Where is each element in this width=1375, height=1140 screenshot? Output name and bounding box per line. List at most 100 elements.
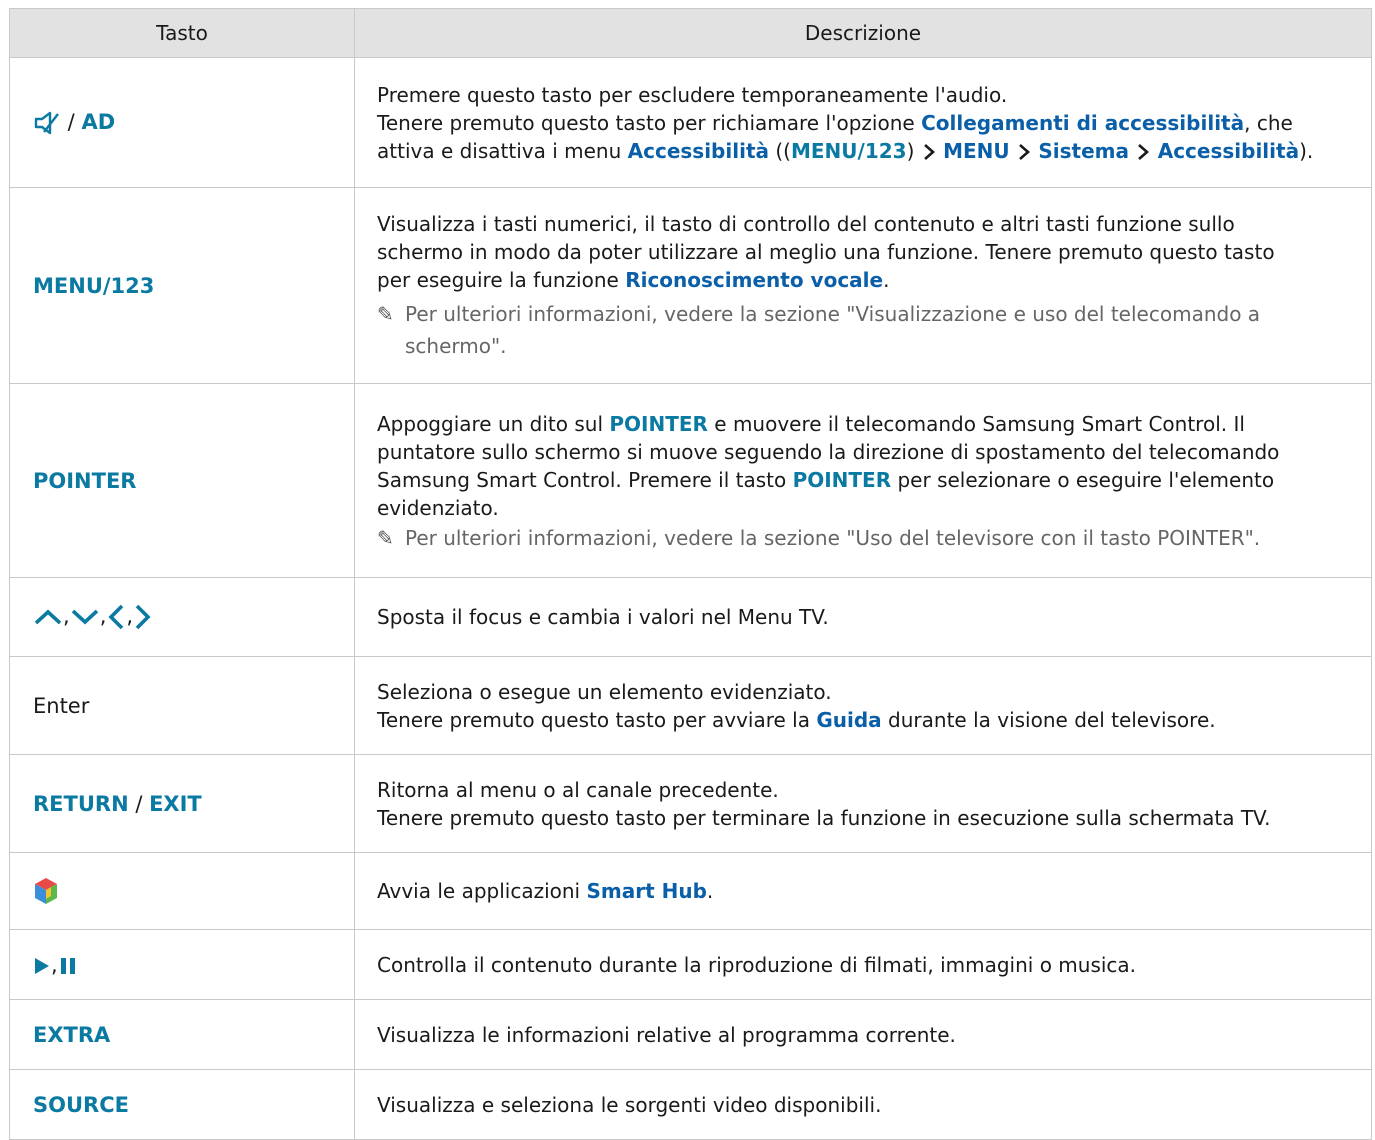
key-extra: EXTRA [33, 1022, 111, 1047]
desc-text: Tenere premuto questo tasto per richiama… [377, 110, 922, 135]
desc-cell: Controlla il contenuto durante la riprod… [354, 929, 1372, 1000]
desc-cell: Seleziona o esegue un elemento evidenzia… [354, 656, 1372, 755]
key-ad: AD [81, 109, 116, 134]
desc-cell: Avvia le applicazioni Smart Hub. [354, 852, 1372, 930]
desc-text: ). [1299, 138, 1314, 163]
desc-line: Tenere premuto questo tasto per richiama… [377, 109, 1349, 137]
key-cell [9, 852, 355, 930]
note-text: Per ulteriori informazioni, vedere la se… [405, 525, 1261, 550]
key-return: RETURN [33, 791, 129, 816]
desc-line: per eseguire la funzione Riconoscimento … [377, 266, 1349, 294]
pencil-icon: ✎ [377, 525, 394, 550]
note-text: Per ulteriori informazioni, vedere la se… [405, 301, 1261, 358]
note: ✎ Per ulteriori informazioni, vedere la … [377, 524, 1349, 552]
desc-line: Ritorna al menu o al canale precedente. [377, 777, 779, 802]
key-pointer-inline: POINTER [792, 467, 892, 492]
desc-text: Samsung Smart Control. Premere il tasto [377, 467, 793, 492]
menu-path-accessibility[interactable]: Accessibilità [1158, 139, 1299, 163]
arrow-left-icon [108, 604, 124, 630]
desc-line: Tenere premuto questo tasto per terminar… [377, 805, 1271, 830]
desc-text: Appoggiare un dito sul [377, 411, 610, 436]
desc-cell: Sposta il focus e cambia i valori nel Me… [354, 577, 1372, 657]
table-row: , Controlla il contenuto durante la ripr… [9, 929, 1372, 1000]
desc-cell: Premere questo tasto per escludere tempo… [354, 57, 1372, 188]
table-row: SOURCE Visualizza e seleziona le sorgent… [9, 1069, 1372, 1140]
desc-text: ) [906, 138, 921, 163]
mute-icon [34, 111, 59, 134]
menu-path-menu[interactable]: MENU [943, 139, 1010, 163]
key-pointer: POINTER [33, 468, 137, 493]
desc-text: per selezionare o eseguire l'elemento [891, 467, 1275, 492]
desc-line: evidenziato. [377, 495, 499, 520]
key-menu123: MENU/123 [790, 138, 907, 163]
desc-text: e muovere il telecomando Samsung Smart C… [707, 411, 1245, 436]
link-voice-recognition[interactable]: Riconoscimento vocale [625, 268, 883, 292]
key-cell: ,,, [9, 577, 355, 657]
desc-text: Avvia le applicazioni [377, 879, 587, 903]
key-menu123: MENU/123 [33, 273, 155, 298]
desc-cell: Ritorna al menu o al canale precedente. … [354, 754, 1372, 853]
desc-cell: Visualizza le informazioni relative al p… [354, 999, 1372, 1070]
desc-text: Tenere premuto questo tasto per avviare … [377, 707, 817, 732]
key-comma: , [63, 604, 70, 628]
desc-text: . [706, 879, 714, 903]
key-cell: EXTRA [9, 999, 355, 1070]
table-row: EXTRA Visualizza le informazioni relativ… [9, 999, 1372, 1070]
header-key: Tasto [9, 8, 355, 58]
key-cell: , [9, 929, 355, 1000]
pause-icon [60, 957, 75, 974]
desc-text: . [883, 267, 890, 292]
desc-text: , che [1244, 110, 1293, 135]
chevron-right-icon [1019, 144, 1030, 160]
header-description: Descrizione [354, 8, 1372, 58]
key-separator: / [61, 109, 82, 134]
desc-line: Seleziona o esegue un elemento evidenzia… [377, 679, 832, 704]
desc-text: durante la visione del televisore. [881, 707, 1216, 732]
chevron-right-icon [923, 144, 935, 160]
smart-hub-icon [35, 878, 57, 904]
key-cell: SOURCE [9, 1069, 355, 1140]
menu-path-sistema[interactable]: Sistema [1038, 139, 1129, 163]
key-cell: / AD [9, 57, 355, 188]
table-row: POINTER Appoggiare un dito sul POINTER e… [9, 383, 1372, 578]
desc-cell: Visualizza i tasti numerici, il tasto di… [354, 187, 1372, 384]
key-cell: RETURN / EXIT [9, 754, 355, 853]
key-source: SOURCE [33, 1092, 129, 1117]
pencil-icon: ✎ [377, 301, 394, 326]
key-comma: , [126, 604, 134, 628]
key-cell: MENU/123 [9, 187, 355, 384]
desc-text: attiva e disattiva i menu [377, 138, 628, 163]
desc-line: Samsung Smart Control. Premere il tasto … [377, 466, 1349, 494]
table-row: MENU/123 Visualizza i tasti numerici, il… [9, 187, 1372, 384]
play-icon [35, 957, 49, 974]
link-guide[interactable]: Guida [816, 708, 881, 732]
desc-line: puntatore sullo schermo si muove seguend… [377, 439, 1280, 464]
link-accessibility[interactable]: Accessibilità [628, 139, 769, 163]
chevron-right-icon [1138, 144, 1150, 160]
desc-cell: Visualizza e seleziona le sorgenti video… [354, 1069, 1372, 1140]
key-exit: EXIT [149, 791, 202, 816]
arrow-down-icon [71, 609, 98, 625]
key-cell: Enter [9, 656, 355, 755]
desc-cell: Appoggiare un dito sul POINTER e muovere… [354, 383, 1372, 578]
key-pointer-inline: POINTER [609, 411, 708, 436]
key-comma: , [51, 952, 58, 977]
link-smart-hub[interactable]: Smart Hub [586, 879, 706, 903]
arrow-right-icon [135, 604, 151, 630]
link-accessibility-shortcuts[interactable]: Collegamenti di accessibilità [921, 111, 1244, 135]
table-row: Avvia le applicazioni Smart Hub. [9, 852, 1372, 930]
desc-line: attiva e disattiva i menu Accessibilità … [377, 137, 1349, 165]
desc-line: Tenere premuto questo tasto per avviare … [377, 706, 1349, 734]
desc-line: Appoggiare un dito sul POINTER e muovere… [377, 410, 1349, 438]
table-header-row: Tasto Descrizione [9, 8, 1372, 58]
desc-line: Visualizza i tasti numerici, il tasto di… [377, 211, 1235, 236]
keys-table: Tasto Descrizione / AD Premere questo ta… [9, 8, 1372, 1140]
table-row: RETURN / EXIT Ritorna al menu o al canal… [9, 754, 1372, 853]
arrow-up-icon [34, 609, 62, 625]
table-row: ,,, Sposta il focus e cambia i valori ne… [9, 577, 1372, 657]
key-separator: / [128, 791, 150, 816]
desc-line: schermo in modo da poter utilizzare al m… [377, 239, 1275, 264]
desc-text: per eseguire la funzione [377, 267, 626, 292]
key-cell: POINTER [9, 383, 355, 578]
desc-text: (( [769, 138, 791, 163]
